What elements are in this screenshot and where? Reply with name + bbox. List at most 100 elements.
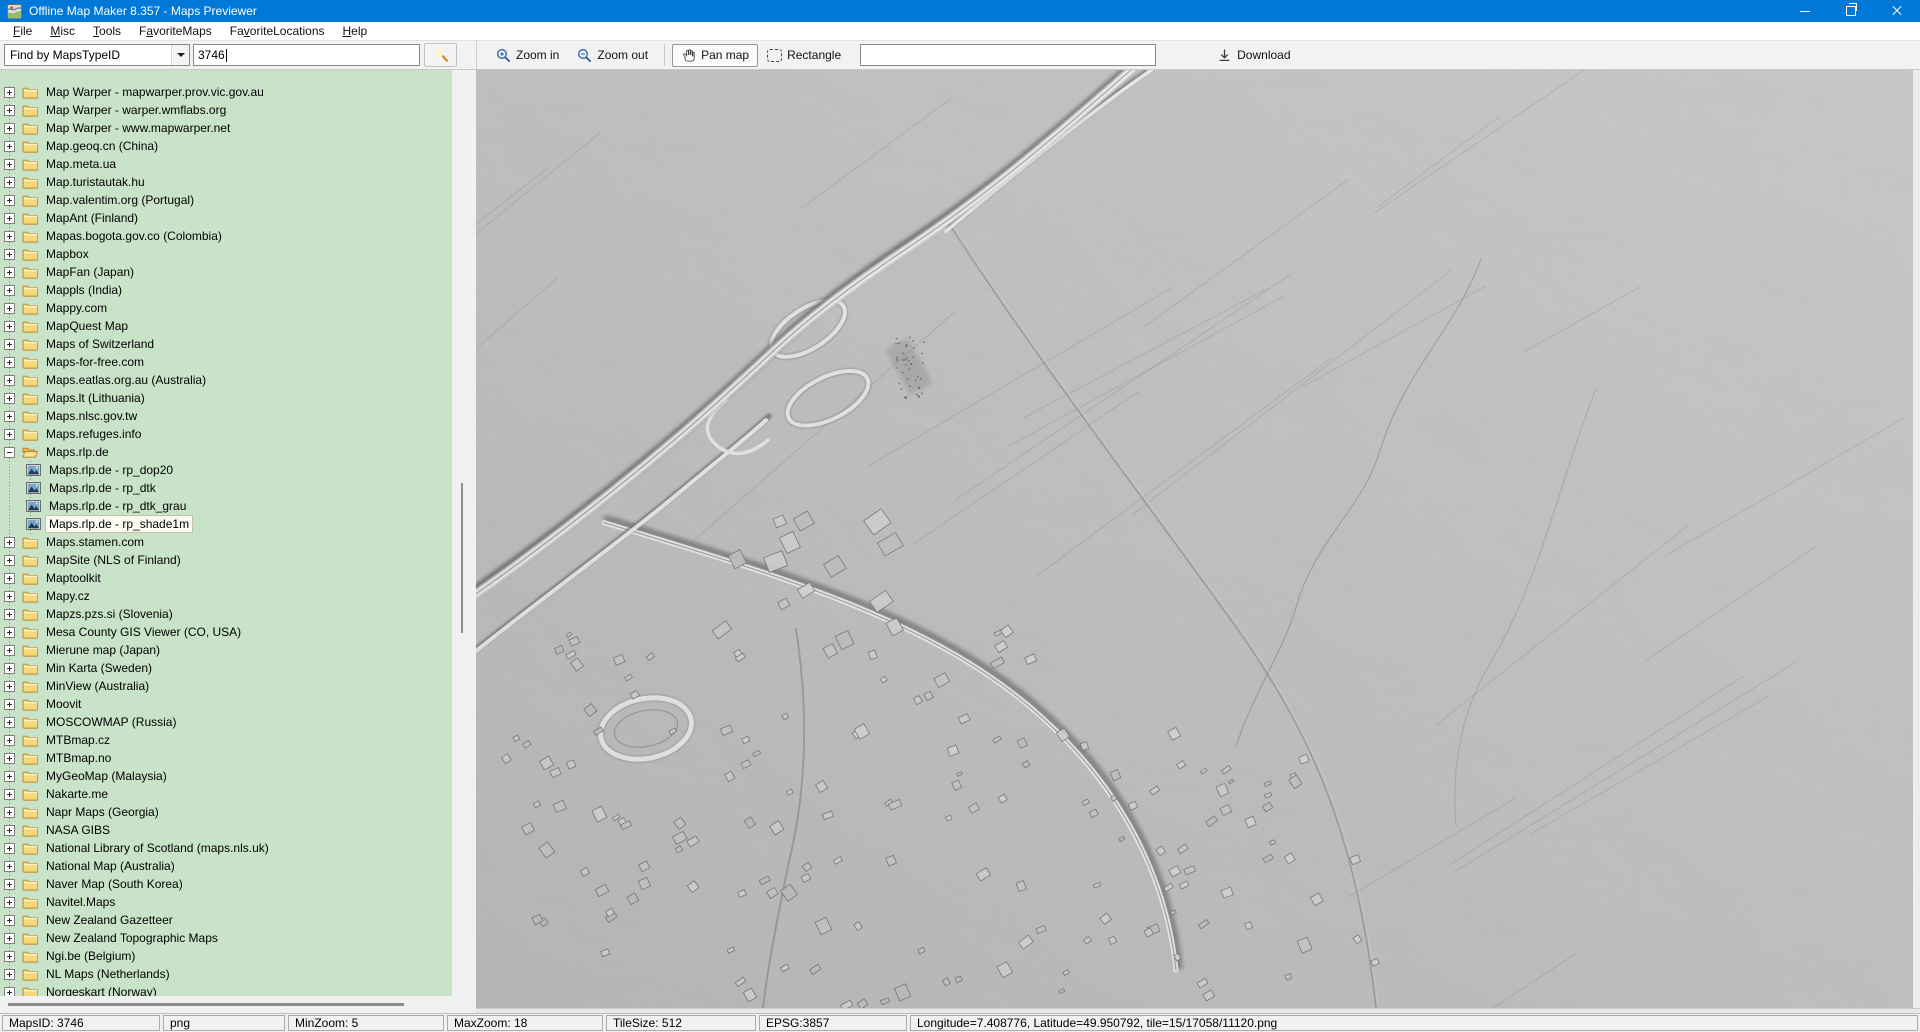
expand-icon[interactable] (4, 87, 15, 98)
tree-item-source[interactable]: MyGeoMap (Malaysia) (0, 767, 452, 785)
expand-icon[interactable] (4, 933, 15, 944)
map-viewport[interactable] (476, 70, 1913, 1008)
menu-tools[interactable]: Tools (84, 23, 130, 39)
minimize-button[interactable] (1782, 0, 1828, 22)
expand-icon[interactable] (4, 375, 15, 386)
tree-item-source[interactable]: Mappy.com (0, 299, 452, 317)
expand-icon[interactable] (4, 411, 15, 422)
tree-item-source[interactable]: Naver Map (South Korea) (0, 875, 452, 893)
tree-item-source[interactable]: Map Warper - www.mapwarper.net (0, 119, 452, 137)
expand-icon[interactable] (4, 267, 15, 278)
tree-item-source[interactable]: MOSCOWMAP (Russia) (0, 713, 452, 731)
collapse-icon[interactable] (4, 447, 15, 458)
close-button[interactable] (1874, 0, 1920, 22)
expand-icon[interactable] (4, 771, 15, 782)
tree-item-source[interactable]: New Zealand Topographic Maps (0, 929, 452, 947)
expand-icon[interactable] (4, 159, 15, 170)
expand-icon[interactable] (4, 915, 15, 926)
tree-item-source[interactable]: Maps.eatlas.org.au (Australia) (0, 371, 452, 389)
tree-item-source[interactable]: Map.valentim.org (Portugal) (0, 191, 452, 209)
tree-item-source[interactable]: Ngi.be (Belgium) (0, 947, 452, 965)
menu-favoritelocations[interactable]: FavoriteLocations (221, 23, 334, 39)
menu-misc[interactable]: Misc (41, 23, 84, 39)
expand-icon[interactable] (4, 663, 15, 674)
expand-icon[interactable] (4, 753, 15, 764)
zoom-out-button[interactable]: Zoom out (568, 44, 657, 67)
tree-item-source[interactable]: MinView (Australia) (0, 677, 452, 695)
tree-item-source[interactable]: Mesa County GIS Viewer (CO, USA) (0, 623, 452, 641)
tree-item-layer[interactable]: Maps.rlp.de - rp_dtk_grau (0, 497, 452, 515)
tree-item-source[interactable]: Mappls (India) (0, 281, 452, 299)
expand-icon[interactable] (4, 429, 15, 440)
restore-button[interactable] (1828, 0, 1874, 22)
tree-item-source[interactable]: Min Karta (Sweden) (0, 659, 452, 677)
expand-icon[interactable] (4, 897, 15, 908)
expand-icon[interactable] (4, 123, 15, 134)
tree-item-source[interactable]: Map.geoq.cn (China) (0, 137, 452, 155)
expand-icon[interactable] (4, 339, 15, 350)
tree-item-source[interactable]: NASA GIBS (0, 821, 452, 839)
expand-icon[interactable] (4, 861, 15, 872)
mapsid-input[interactable]: 3746 (193, 44, 420, 66)
tree-item-source[interactable]: Map Warper - warper.wmflabs.org (0, 101, 452, 119)
expand-icon[interactable] (4, 357, 15, 368)
tree-item-source[interactable]: MapQuest Map (0, 317, 452, 335)
tree-horizontal-scrollbar[interactable] (0, 996, 476, 1013)
tree-item-source[interactable]: Maps of Switzerland (0, 335, 452, 353)
vertical-scrollbar-thumb[interactable] (461, 483, 463, 633)
tree-item-source[interactable]: Navitel.Maps (0, 893, 452, 911)
expand-icon[interactable] (4, 609, 15, 620)
tree-item-source[interactable]: National Map (Australia) (0, 857, 452, 875)
pan-map-button[interactable]: Pan map (672, 44, 758, 67)
menu-file[interactable]: File (4, 23, 41, 39)
expand-icon[interactable] (4, 303, 15, 314)
tree-item-source[interactable]: Moovit (0, 695, 452, 713)
tree-item-source[interactable]: Maps-for-free.com (0, 353, 452, 371)
expand-icon[interactable] (4, 789, 15, 800)
tree-item-source[interactable]: Map.turistautak.hu (0, 173, 452, 191)
menu-help[interactable]: Help (334, 23, 377, 39)
expand-icon[interactable] (4, 321, 15, 332)
tree-item-source[interactable]: Maps.rlp.de (0, 443, 452, 461)
tree-item-source[interactable]: Maps.lt (Lithuania) (0, 389, 452, 407)
tree-item-source[interactable]: Norgeskart (Norway) (0, 983, 452, 996)
expand-icon[interactable] (4, 285, 15, 296)
tree-vertical-scrollbar[interactable] (452, 70, 476, 996)
expand-icon[interactable] (4, 213, 15, 224)
expand-icon[interactable] (4, 249, 15, 260)
tree-item-layer[interactable]: Maps.rlp.de - rp_dop20 (0, 461, 452, 479)
expand-icon[interactable] (4, 969, 15, 980)
expand-icon[interactable] (4, 195, 15, 206)
expand-icon[interactable] (4, 231, 15, 242)
tree-item-source[interactable]: National Library of Scotland (maps.nls.u… (0, 839, 452, 857)
search-button[interactable] (424, 43, 457, 67)
horizontal-scrollbar-thumb[interactable] (8, 1003, 404, 1006)
expand-icon[interactable] (4, 537, 15, 548)
tree-item-source[interactable]: New Zealand Gazetteer (0, 911, 452, 929)
coords-input[interactable] (860, 44, 1156, 66)
tree-item-source[interactable]: Maps.refuges.info (0, 425, 452, 443)
expand-icon[interactable] (4, 591, 15, 602)
tree-item-source[interactable]: Maps.stamen.com (0, 533, 452, 551)
tree-item-layer[interactable]: Maps.rlp.de - rp_shade1m (0, 515, 452, 533)
tree-item-source[interactable]: MTBmap.no (0, 749, 452, 767)
expand-icon[interactable] (4, 393, 15, 404)
expand-icon[interactable] (4, 645, 15, 656)
tree-item-layer[interactable]: Maps.rlp.de - rp_dtk (0, 479, 452, 497)
zoom-in-button[interactable]: Zoom in (487, 44, 568, 67)
tree-item-source[interactable]: Mapas.bogota.gov.co (Colombia) (0, 227, 452, 245)
expand-icon[interactable] (4, 735, 15, 746)
expand-icon[interactable] (4, 717, 15, 728)
tree-item-source[interactable]: MapAnt (Finland) (0, 209, 452, 227)
expand-icon[interactable] (4, 105, 15, 116)
tree-item-source[interactable]: Mierune map (Japan) (0, 641, 452, 659)
expand-icon[interactable] (4, 141, 15, 152)
tree-item-source[interactable]: Mapzs.pzs.si (Slovenia) (0, 605, 452, 623)
expand-icon[interactable] (4, 177, 15, 188)
tree-item-source[interactable]: NL Maps (Netherlands) (0, 965, 452, 983)
expand-icon[interactable] (4, 627, 15, 638)
tree-item-source[interactable]: MapSite (NLS of Finland) (0, 551, 452, 569)
find-mode-select[interactable]: Find by MapsTypeID (4, 44, 190, 66)
expand-icon[interactable] (4, 807, 15, 818)
expand-icon[interactable] (4, 987, 15, 997)
